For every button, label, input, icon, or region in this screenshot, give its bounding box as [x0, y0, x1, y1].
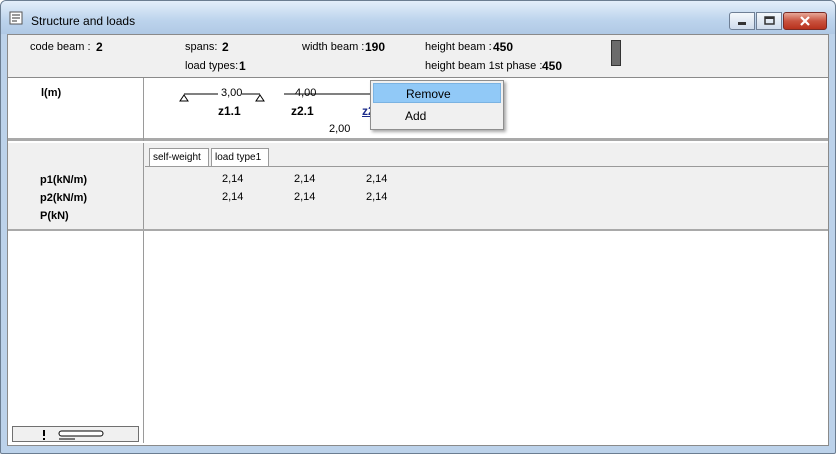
menu-item-add[interactable]: Add [373, 106, 501, 126]
structure-loads-window: Structure and loads code beam : 2 spans:… [0, 0, 836, 454]
close-button[interactable] [783, 12, 827, 30]
height-beam-1st-value: 450 [542, 59, 563, 73]
span2-length: 4,00 [295, 87, 317, 99]
width-beam-value: 190 [365, 40, 386, 54]
tab-self-weight[interactable]: self-weight [149, 148, 209, 166]
tab-baseline [145, 166, 828, 167]
divider-highlight [8, 141, 828, 143]
p2-value-z1-1[interactable]: 2,14 [222, 191, 243, 203]
p1-value-z2-1[interactable]: 2,14 [294, 173, 315, 185]
point-load-row-label: P(kN) [40, 210, 69, 222]
span1-length: 3,00 [221, 87, 243, 99]
p2-value-z2-1[interactable]: 2,14 [294, 191, 315, 203]
maximize-icon [764, 16, 775, 25]
tab-load-type1[interactable]: load type1 [211, 148, 269, 166]
height-beam-value: 450 [493, 40, 514, 54]
support-icon [255, 94, 265, 102]
width-beam-label: width beam : [302, 41, 365, 53]
zone-z2-1[interactable]: z2.1 [291, 104, 314, 118]
support-icon [179, 94, 189, 102]
minimize-button[interactable] [729, 12, 755, 30]
length-row-label: l(m) [41, 87, 62, 99]
code-beam-value: 2 [96, 40, 103, 54]
minimize-icon [738, 22, 746, 25]
beam-section-icon [611, 40, 621, 66]
p1-row-label: p1(kN/m) [40, 174, 88, 186]
p1-value-z2-2[interactable]: 2,14 [366, 173, 387, 185]
load-types-value: 1 [239, 59, 246, 73]
divider [8, 229, 828, 231]
code-beam-label: code beam : [30, 41, 91, 53]
context-menu: Remove Add [370, 80, 504, 130]
app-icon [9, 11, 23, 25]
menu-item-remove[interactable]: Remove [373, 83, 501, 103]
p1-value-z1-1[interactable]: 2,14 [222, 173, 243, 185]
column-divider [143, 78, 144, 443]
spans-label: spans: [185, 41, 218, 53]
close-icon [800, 16, 810, 26]
beam-display-icon [43, 430, 104, 440]
loads-panel [8, 141, 828, 229]
beam-info-panel: code beam : 2 spans: 2 load types: 1 wid… [8, 35, 828, 78]
height-beam-label: height beam : [425, 41, 492, 53]
zone-z1-1[interactable]: z1.1 [218, 104, 241, 118]
title-bar[interactable]: Structure and loads [1, 1, 835, 34]
spans-value: 2 [222, 40, 229, 54]
height-beam-1st-label: height beam 1st phase : [425, 60, 543, 72]
window-title: Structure and loads [31, 14, 136, 28]
load-types-label: load types: [185, 60, 239, 72]
maximize-button[interactable] [756, 12, 782, 30]
sub-length: 2,00 [329, 123, 351, 135]
column-divider [143, 141, 144, 229]
p2-row-label: p2(kN/m) [40, 192, 88, 204]
p2-value-z2-2[interactable]: 2,14 [366, 191, 387, 203]
display-toggle-button[interactable] [12, 426, 139, 442]
